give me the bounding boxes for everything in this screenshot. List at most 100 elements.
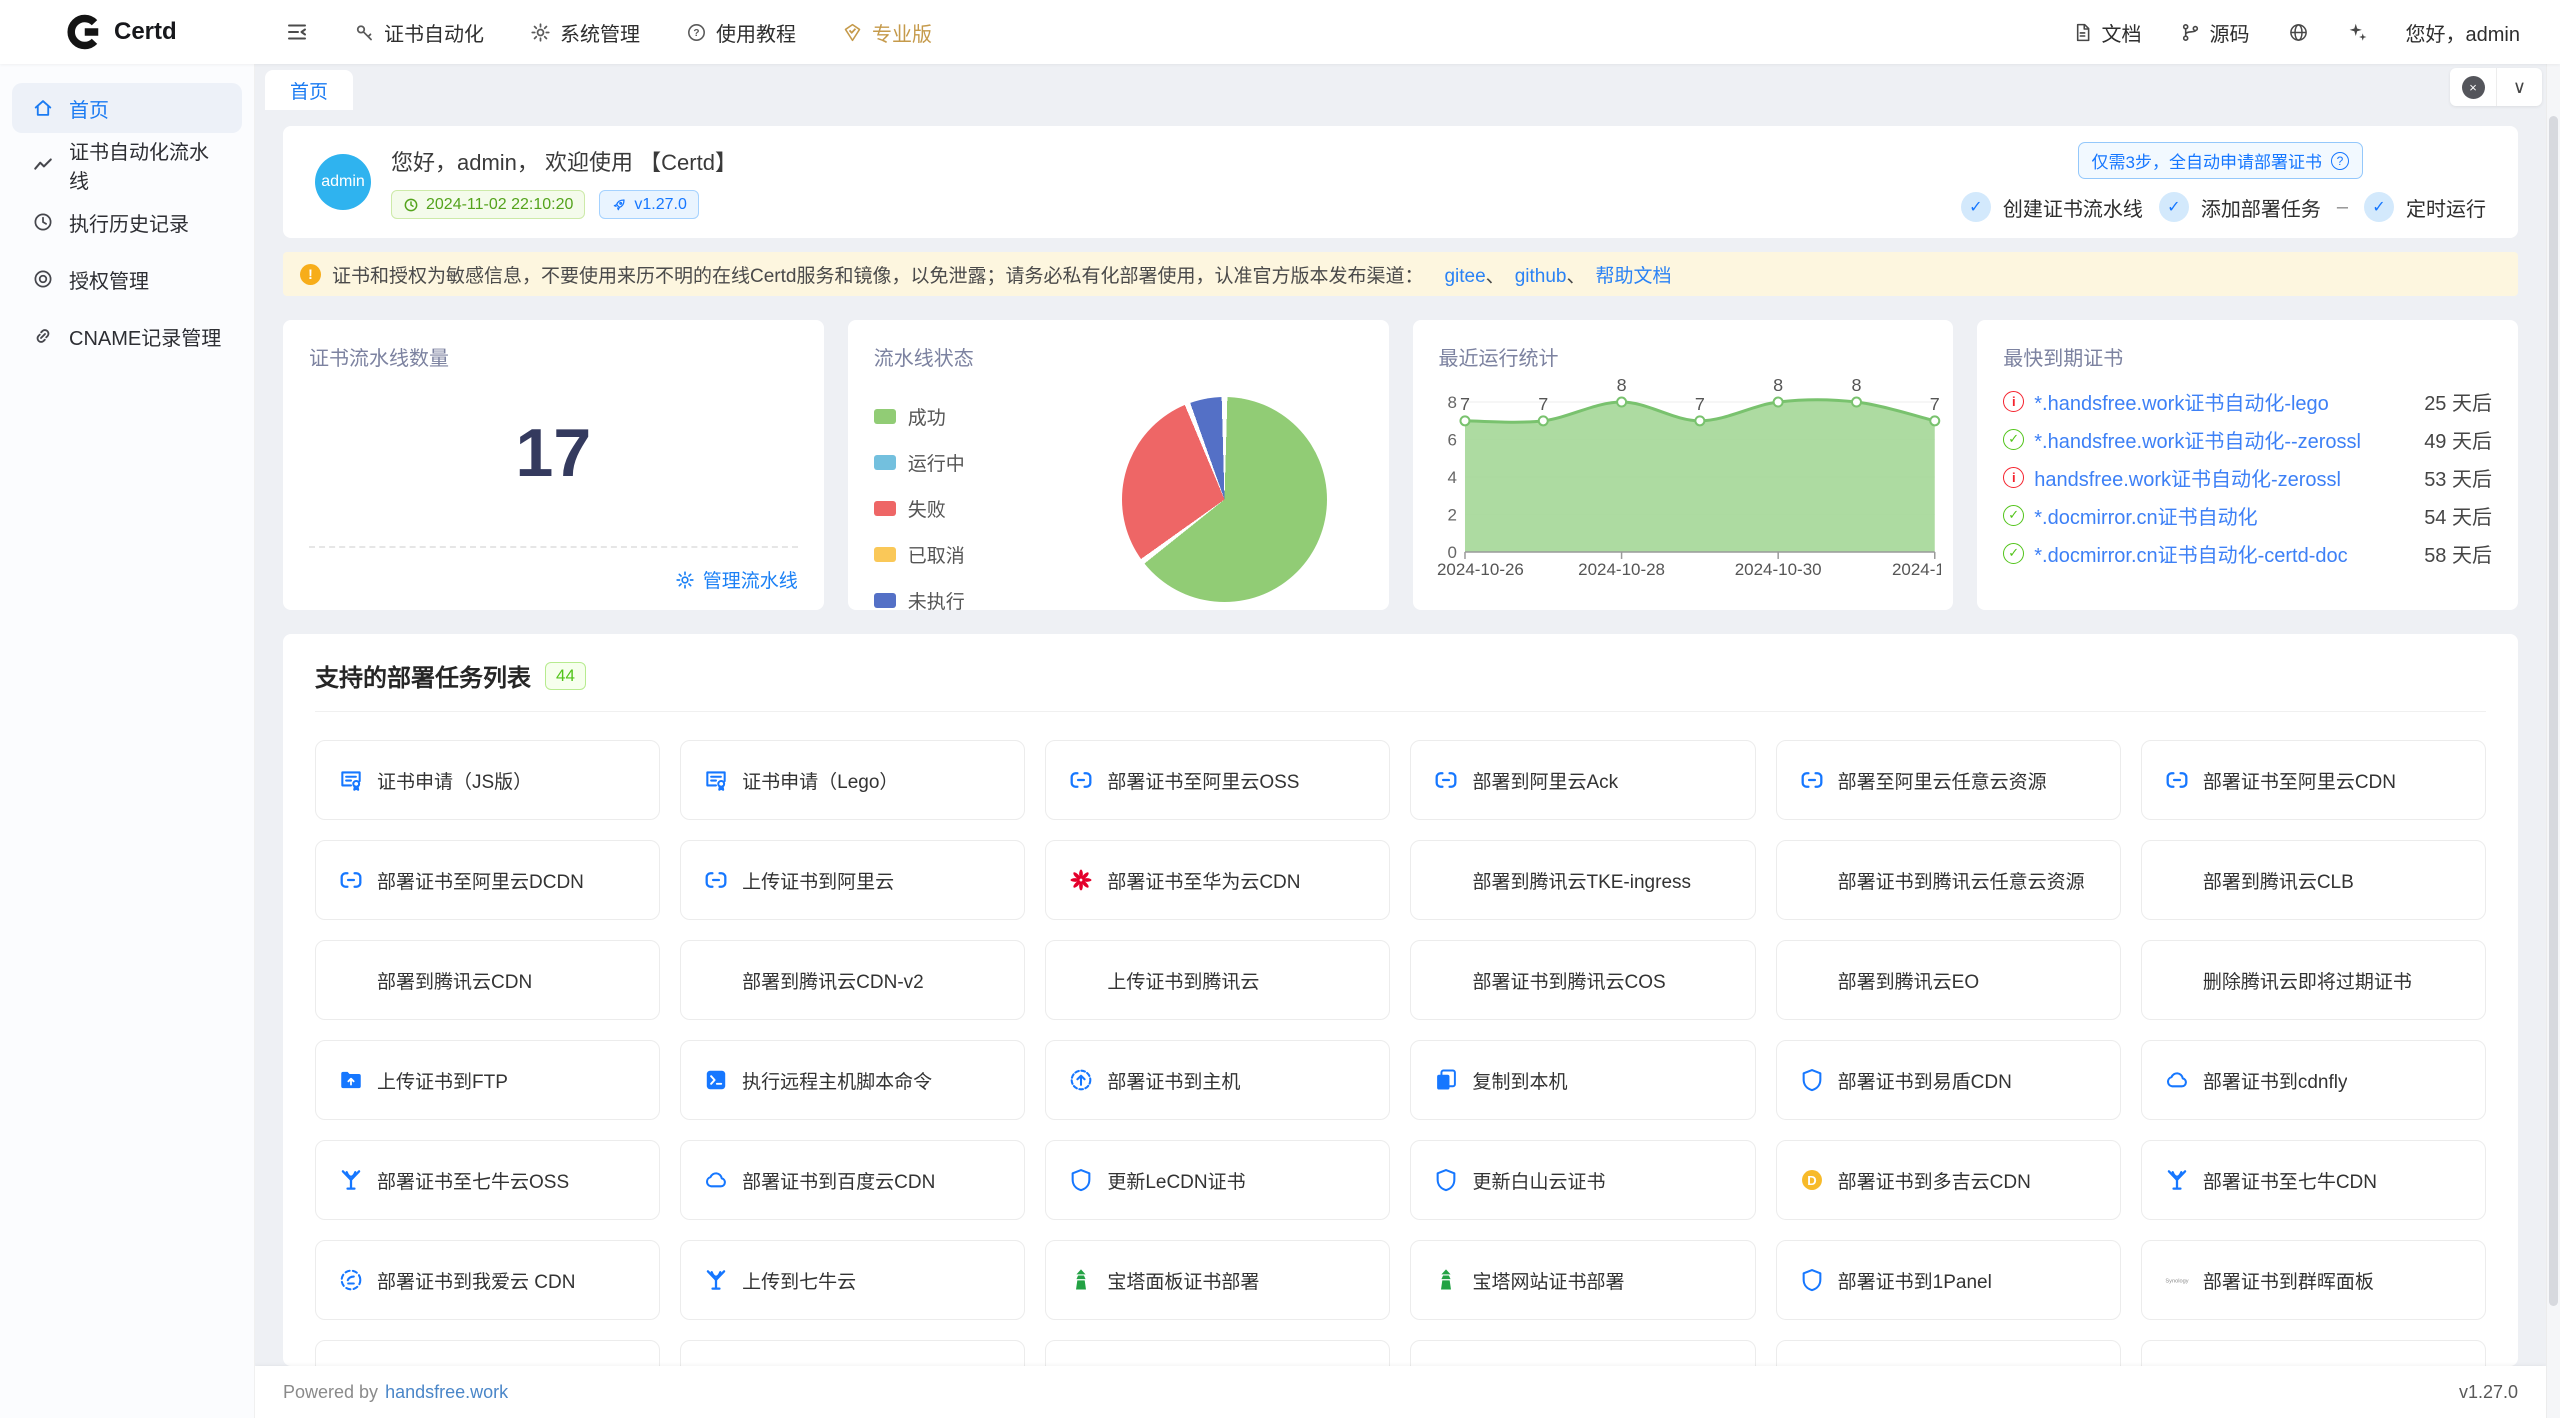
menu-item-cert-automation[interactable]: 证书自动化 bbox=[331, 0, 507, 64]
menu-item-pro-edition[interactable]: 专业版 bbox=[819, 0, 955, 64]
huawei-icon bbox=[1068, 867, 1094, 893]
task-card[interactable]: 部署到腾讯云CLB bbox=[2141, 840, 2486, 920]
task-card[interactable]: 部署证书到1Panel bbox=[1776, 1240, 2121, 1320]
task-card[interactable]: 部署证书到多吉云CDN bbox=[1776, 1140, 2121, 1220]
task-card[interactable]: 上传证书到阿里云 bbox=[680, 840, 1025, 920]
task-card[interactable]: 上传证书到FTP bbox=[315, 1040, 660, 1120]
tab-home[interactable]: 首页 bbox=[265, 70, 353, 110]
document-icon bbox=[2072, 22, 2093, 43]
task-card-partial[interactable] bbox=[1776, 1340, 2121, 1366]
task-card[interactable]: 部署证书至阿里云CDN bbox=[2141, 740, 2486, 820]
task-label: 部署到腾讯云CDN-v2 bbox=[742, 967, 924, 994]
handsfree-link[interactable]: handsfree.work bbox=[385, 1382, 508, 1403]
task-card[interactable]: 部署证书到我爱云 CDN bbox=[315, 1240, 660, 1320]
menu-item-tutorial[interactable]: 使用教程 bbox=[663, 0, 819, 64]
task-card[interactable]: 更新LeCDN证书 bbox=[1045, 1140, 1390, 1220]
cert-name-link[interactable]: *.docmirror.cn证书自动化-certd-doc bbox=[2034, 539, 2414, 568]
task-card[interactable]: 上传证书到腾讯云 bbox=[1045, 940, 1390, 1020]
task-card-partial[interactable] bbox=[1045, 1340, 1390, 1366]
tab-options-button[interactable]: ∨ bbox=[2496, 68, 2542, 106]
cert-name-link[interactable]: *.docmirror.cn证书自动化 bbox=[2034, 501, 2414, 530]
task-card[interactable]: 部署证书到cdnfly bbox=[2141, 1040, 2486, 1120]
task-label: 上传证书到阿里云 bbox=[742, 867, 894, 894]
notice-link-1[interactable]: gitee bbox=[1444, 266, 1485, 287]
task-card[interactable]: 部署到腾讯云TKE-ingress bbox=[1410, 840, 1755, 920]
notice-link-3[interactable]: 帮助文档 bbox=[1595, 266, 1671, 287]
task-card[interactable]: 宝塔面板证书部署 bbox=[1045, 1240, 1390, 1320]
task-card[interactable]: 宝塔网站证书部署 bbox=[1410, 1240, 1755, 1320]
task-card[interactable]: 更新白山云证书 bbox=[1410, 1140, 1755, 1220]
scrollbar-thumb[interactable] bbox=[2549, 116, 2558, 1306]
task-label: 部署证书至阿里云DCDN bbox=[377, 867, 584, 894]
docs-label: 文档 bbox=[2102, 18, 2142, 47]
task-card-partial[interactable] bbox=[315, 1340, 660, 1366]
task-card[interactable]: 部署到阿里云Ack bbox=[1410, 740, 1755, 820]
task-card[interactable]: 部署证书到群晖面板 bbox=[2141, 1240, 2486, 1320]
task-card[interactable]: 部署证书到百度云CDN bbox=[680, 1140, 1025, 1220]
user-greeting[interactable]: 您好，admin bbox=[2406, 18, 2520, 47]
task-card[interactable]: 部署证书到主机 bbox=[1045, 1040, 1390, 1120]
close-all-tabs-button[interactable]: × bbox=[2450, 68, 2496, 106]
aliyun-icon bbox=[703, 867, 729, 893]
doge-icon bbox=[1799, 1167, 1825, 1193]
sidebar-item-label: 证书自动化流水线 bbox=[69, 136, 222, 194]
task-card[interactable]: 部署到腾讯云CDN bbox=[315, 940, 660, 1020]
cert-name-link[interactable]: *.handsfree.work证书自动化-lego bbox=[2034, 387, 2414, 416]
legend-swatch bbox=[874, 547, 896, 562]
menu-item-system-management[interactable]: 系统管理 bbox=[507, 0, 663, 64]
host-icon bbox=[1068, 1067, 1094, 1093]
card-title: 流水线状态 bbox=[874, 342, 1363, 371]
cloud-icon bbox=[2164, 1067, 2190, 1093]
task-card[interactable]: 部署证书到腾讯云COS bbox=[1410, 940, 1755, 1020]
legend-item: 已取消 bbox=[874, 541, 965, 568]
task-label: 部署证书到我爱云 CDN bbox=[377, 1267, 575, 1294]
task-card[interactable]: 证书申请（JS版） bbox=[315, 740, 660, 820]
task-label: 更新LeCDN证书 bbox=[1107, 1167, 1245, 1194]
task-card[interactable]: 部署证书至华为云CDN bbox=[1045, 840, 1390, 920]
task-label: 部署证书至华为云CDN bbox=[1107, 867, 1300, 894]
sidebar-item-run-history[interactable]: 执行历史记录 bbox=[12, 197, 242, 247]
task-card[interactable]: 证书申请（Lego） bbox=[680, 740, 1025, 820]
task-card[interactable]: 部署证书至阿里云DCDN bbox=[315, 840, 660, 920]
shield-icon bbox=[1799, 1267, 1825, 1293]
script-icon bbox=[703, 1067, 729, 1093]
task-card[interactable]: 部署至阿里云任意云资源 bbox=[1776, 740, 2121, 820]
sidebar-item-cname-records[interactable]: CNAME记录管理 bbox=[12, 311, 242, 361]
task-card-partial[interactable] bbox=[680, 1340, 1025, 1366]
task-card[interactable]: 删除腾讯云即将过期证书 bbox=[2141, 940, 2486, 1020]
scrollbar[interactable] bbox=[2546, 64, 2560, 1418]
task-card[interactable]: 部署证书到腾讯云任意云资源 bbox=[1776, 840, 2121, 920]
task-card-partial[interactable] bbox=[1410, 1340, 1755, 1366]
synology-icon bbox=[2164, 1267, 2190, 1293]
powered-by-label: Powered by bbox=[283, 1382, 378, 1403]
task-label: 部署到腾讯云CLB bbox=[2203, 867, 2354, 894]
source-code-link[interactable]: 源码 bbox=[2180, 18, 2250, 47]
task-card[interactable]: 部署到腾讯云EO bbox=[1776, 940, 2121, 1020]
task-card[interactable]: 执行远程主机脚本命令 bbox=[680, 1040, 1025, 1120]
sidebar-item-authorizations[interactable]: 授权管理 bbox=[12, 254, 242, 304]
sidebar-item-home[interactable]: 首页 bbox=[12, 83, 242, 133]
task-card[interactable]: 部署到腾讯云CDN-v2 bbox=[680, 940, 1025, 1020]
task-card[interactable]: 部署证书至阿里云OSS bbox=[1045, 740, 1390, 820]
three-steps-hint[interactable]: 仅需3步，全自动申请部署证书 ? bbox=[2078, 142, 2363, 179]
task-card[interactable]: 复制到本机 bbox=[1410, 1040, 1755, 1120]
task-label: 部署证书到百度云CDN bbox=[742, 1167, 935, 1194]
legend-swatch bbox=[874, 593, 896, 608]
cert-days-left: 49 天后 bbox=[2424, 425, 2492, 454]
task-card[interactable]: 部署证书至七牛CDN bbox=[2141, 1140, 2486, 1220]
theme-sparkles-icon[interactable] bbox=[2347, 22, 2368, 43]
cert-name-link[interactable]: *.handsfree.work证书自动化--zerossl bbox=[2034, 425, 2414, 454]
language-globe-icon[interactable] bbox=[2288, 22, 2309, 43]
task-card-partial[interactable] bbox=[2141, 1340, 2486, 1366]
manage-pipelines-link[interactable]: 管理流水线 bbox=[675, 566, 798, 593]
task-card[interactable]: 上传到七牛云 bbox=[680, 1240, 1025, 1320]
sidebar-item-cert-pipelines[interactable]: 证书自动化流水线 bbox=[12, 140, 242, 190]
cert-name-link[interactable]: handsfree.work证书自动化-zerossl bbox=[2034, 463, 2414, 492]
task-card[interactable]: 部署证书到易盾CDN bbox=[1776, 1040, 2121, 1120]
task-card[interactable]: 部署证书至七牛云OSS bbox=[315, 1140, 660, 1220]
docs-link[interactable]: 文档 bbox=[2072, 18, 2142, 47]
step-add-deploy-task: ✓添加部署任务 bbox=[2159, 192, 2321, 222]
task-label: 部署证书到易盾CDN bbox=[1838, 1067, 2012, 1094]
menu-fold-icon[interactable] bbox=[285, 20, 309, 44]
notice-link-2[interactable]: github bbox=[1515, 266, 1567, 287]
